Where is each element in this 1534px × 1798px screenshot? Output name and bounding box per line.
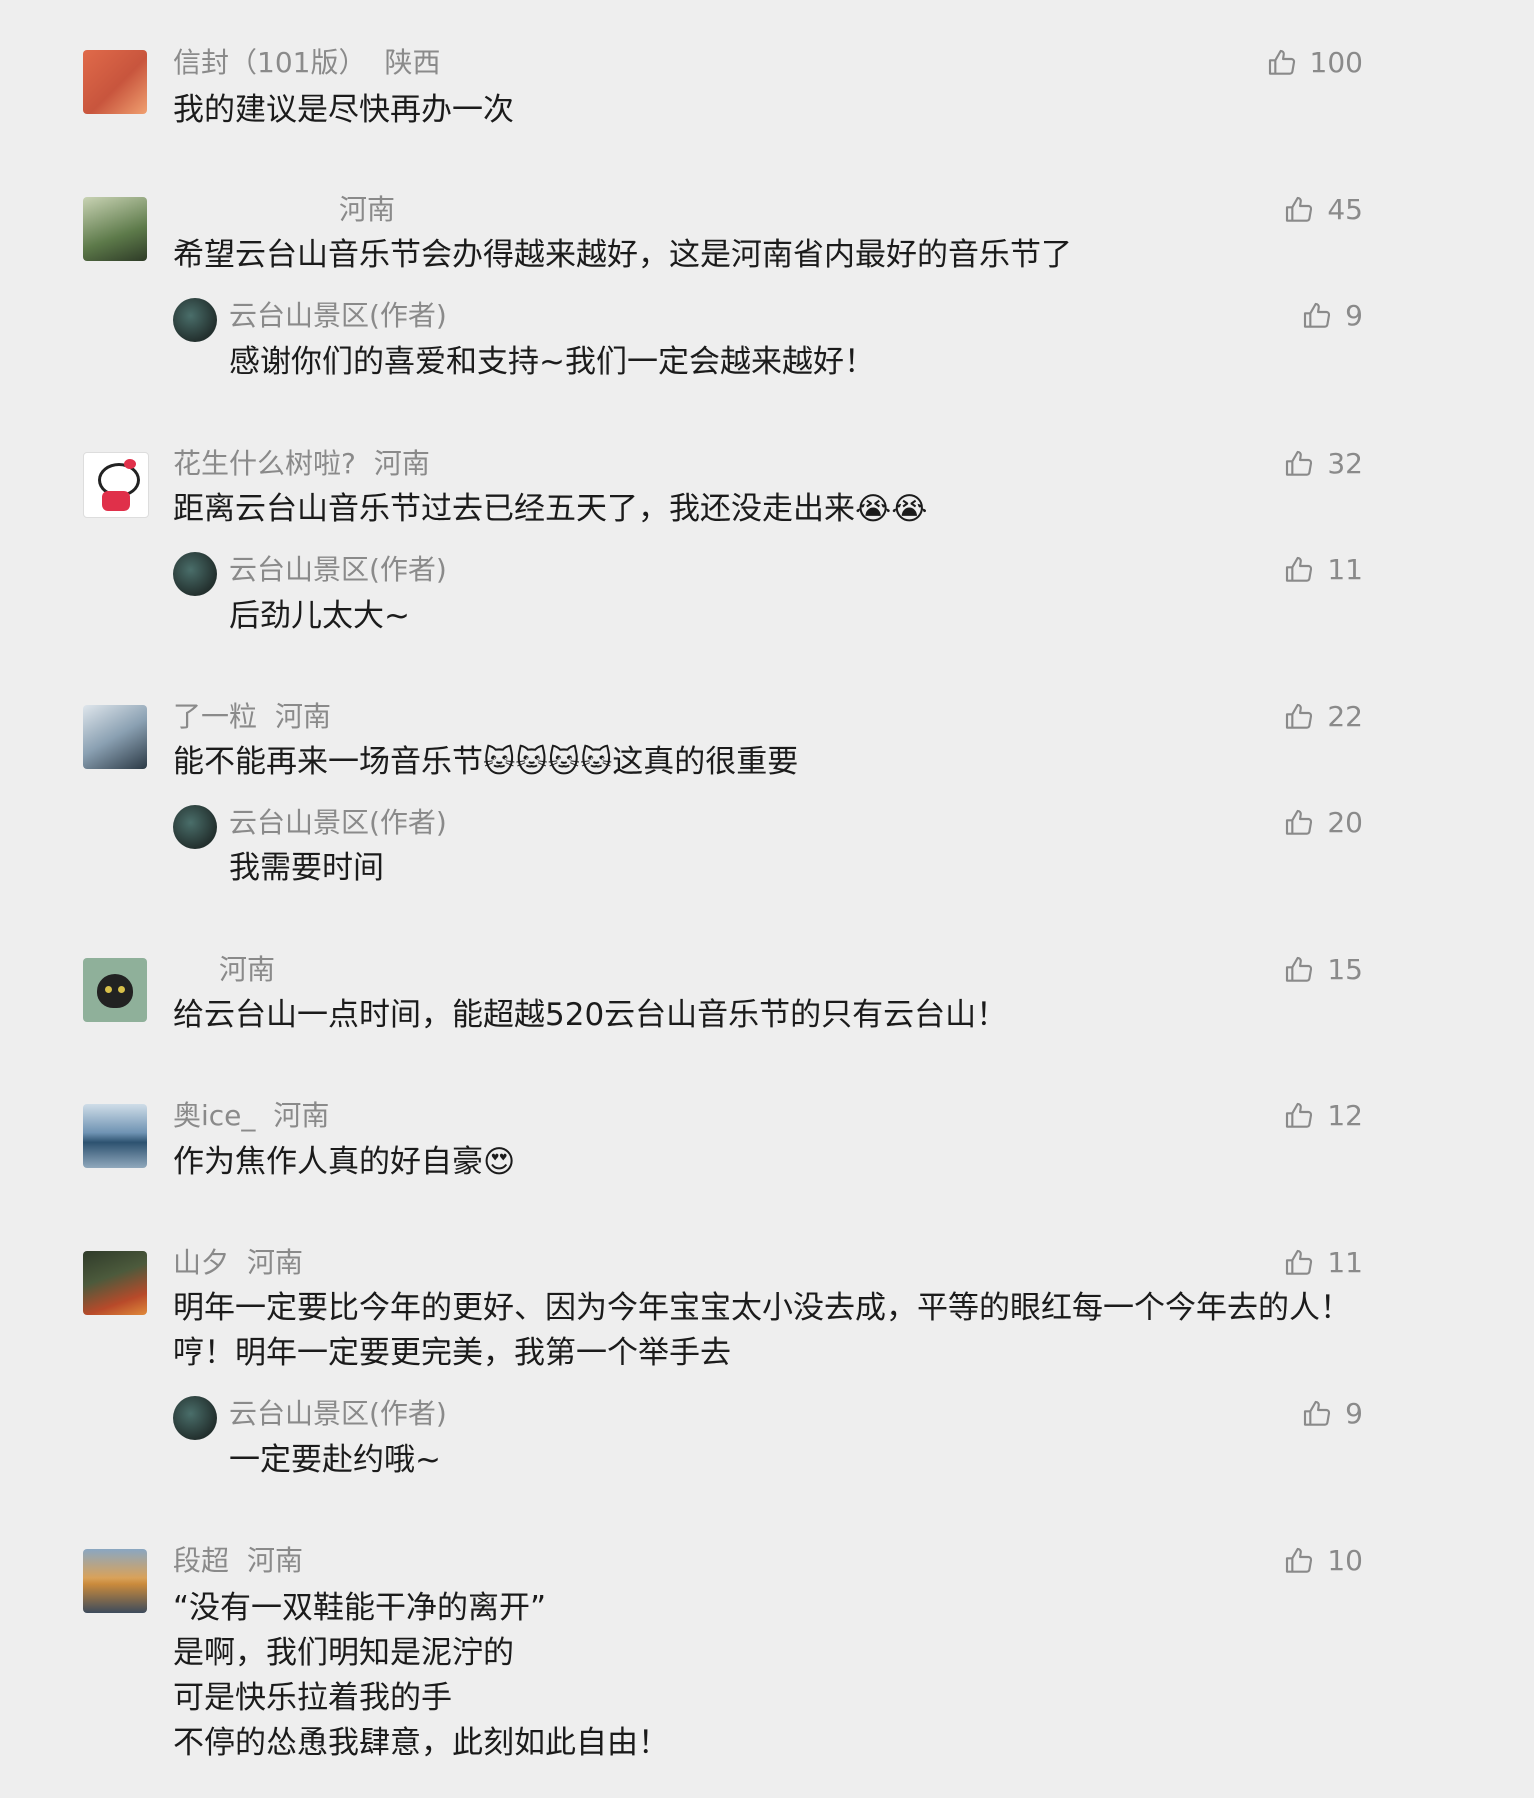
reply-like-button[interactable]: 9 (1301, 298, 1363, 334)
location-label: 河南 (275, 700, 332, 733)
location-label: 河南 (339, 193, 396, 226)
reply-username[interactable]: 云台山景区(作者) (229, 299, 447, 332)
comment-meta: 了一粒 河南 (173, 699, 331, 735)
username[interactable]: 信封（101版） (173, 46, 366, 79)
thumbs-up-icon (1283, 954, 1315, 986)
avatar[interactable] (83, 50, 147, 114)
reply-username[interactable]: 云台山景区(作者) (229, 1397, 447, 1430)
comment-meta: 奥ice_ 河南 (173, 1098, 329, 1134)
comment-meta: 段超 河南 (173, 1543, 303, 1579)
avatar[interactable] (83, 197, 147, 261)
thumbs-up-icon (1283, 1545, 1315, 1577)
reply-meta: 云台山景区(作者) (229, 552, 447, 588)
thumbs-up-icon (1283, 554, 1315, 586)
comment-text: 明年一定要比今年的更好、因为今年宝宝太小没去成，平等的眼红每一个今年去的人！哼！… (173, 1290, 1351, 1371)
avatar[interactable] (83, 1549, 147, 1613)
like-button[interactable]: 11 (1283, 1245, 1363, 1281)
location-label: 河南 (219, 953, 276, 986)
thumbs-up-icon (1283, 194, 1315, 226)
reply-avatar[interactable] (173, 1396, 217, 1440)
like-count: 45 (1327, 193, 1363, 226)
location-label: 河南 (373, 447, 430, 480)
location-label: 河南 (247, 1544, 304, 1577)
like-count: 100 (1309, 46, 1363, 79)
reply-text: 感谢你们的喜爱和支持~我们一定会越来越好！ (229, 344, 875, 380)
thumbs-up-icon (1301, 1398, 1333, 1430)
like-button[interactable]: 100 (1266, 45, 1363, 81)
avatar[interactable] (83, 958, 147, 1022)
comment-text: 我的建议是尽快再办一次 (173, 92, 514, 128)
avatar[interactable] (83, 1251, 147, 1315)
reply-avatar[interactable] (173, 805, 217, 849)
like-count: 20 (1327, 806, 1363, 839)
location-label: 陕西 (384, 46, 441, 79)
like-button[interactable]: 15 (1283, 952, 1363, 988)
like-button[interactable]: 22 (1283, 699, 1363, 735)
avatar[interactable] (83, 452, 149, 518)
like-count: 22 (1327, 700, 1363, 733)
like-button[interactable]: 10 (1283, 1543, 1363, 1579)
comment-meta: 山夕 河南 (173, 1245, 303, 1281)
thumbs-up-icon (1283, 1247, 1315, 1279)
username[interactable]: 奥ice_ (173, 1099, 255, 1132)
reply-meta: 云台山景区(作者) (229, 298, 447, 334)
username[interactable]: 山夕 (173, 1246, 229, 1279)
reply-text: 一定要赴约哦~ (229, 1442, 441, 1478)
like-count: 10 (1327, 1544, 1363, 1577)
like-count: 11 (1327, 1246, 1363, 1279)
like-button[interactable]: 45 (1283, 192, 1363, 228)
reply-avatar[interactable] (173, 298, 217, 342)
comment-meta: 河南 (173, 952, 275, 988)
reply-text: 我需要时间 (229, 850, 384, 886)
avatar[interactable] (83, 705, 147, 769)
comment-text: 作为焦作人真的好自豪😍 (173, 1144, 516, 1180)
thumbs-up-icon (1301, 300, 1333, 332)
like-count: 15 (1327, 953, 1363, 986)
like-button[interactable]: 12 (1283, 1098, 1363, 1134)
comment-text: 给云台山一点时间，能超越520云台山音乐节的只有云台山！ (173, 997, 1008, 1033)
like-count: 9 (1345, 299, 1363, 332)
reply-meta: 云台山景区(作者) (229, 805, 447, 841)
comment-meta: 信封（101版） 陕西 (173, 45, 440, 81)
thumbs-up-icon (1283, 807, 1315, 839)
username[interactable]: 了一粒 (173, 700, 257, 733)
like-count: 32 (1327, 447, 1363, 480)
avatar[interactable] (83, 1104, 147, 1168)
reply-like-button[interactable]: 9 (1301, 1396, 1363, 1432)
comment-text: 希望云台山音乐节会办得越来越好，这是河南省内最好的音乐节了 (173, 237, 1072, 273)
like-count: 12 (1327, 1099, 1363, 1132)
reply-meta: 云台山景区(作者) (229, 1396, 447, 1432)
comment-text: 能不能再来一场音乐节🐱🐱🐱🐱这真的很重要 (173, 744, 799, 780)
like-count: 9 (1345, 1397, 1363, 1430)
reply-like-button[interactable]: 11 (1283, 552, 1363, 588)
reply-username[interactable]: 云台山景区(作者) (229, 806, 447, 839)
like-count: 11 (1327, 553, 1363, 586)
reply-like-button[interactable]: 20 (1283, 805, 1363, 841)
thumbs-up-icon (1283, 701, 1315, 733)
reply-avatar[interactable] (173, 552, 217, 596)
username[interactable]: 花生什么树啦? (173, 447, 356, 480)
reply-text: 后劲儿太大~ (229, 598, 410, 634)
thumbs-up-icon (1283, 448, 1315, 480)
comment-meta: 花生什么树啦? 河南 (173, 446, 430, 482)
comment-text: 距离云台山音乐节过去已经五天了，我还没走出来😭😭 (173, 491, 928, 527)
location-label: 河南 (247, 1246, 304, 1279)
location-label: 河南 (273, 1099, 330, 1132)
comment-meta: 河南 (173, 192, 395, 228)
comment-text: “没有一双鞋能干净的离开” 是啊，我们明知是泥泞的 可是快乐拉着我的手 不停的怂… (173, 1590, 669, 1761)
reply-username[interactable]: 云台山景区(作者) (229, 553, 447, 586)
like-button[interactable]: 32 (1283, 446, 1363, 482)
username[interactable]: 段超 (173, 1544, 229, 1577)
thumbs-up-icon (1266, 47, 1298, 79)
thumbs-up-icon (1283, 1100, 1315, 1132)
